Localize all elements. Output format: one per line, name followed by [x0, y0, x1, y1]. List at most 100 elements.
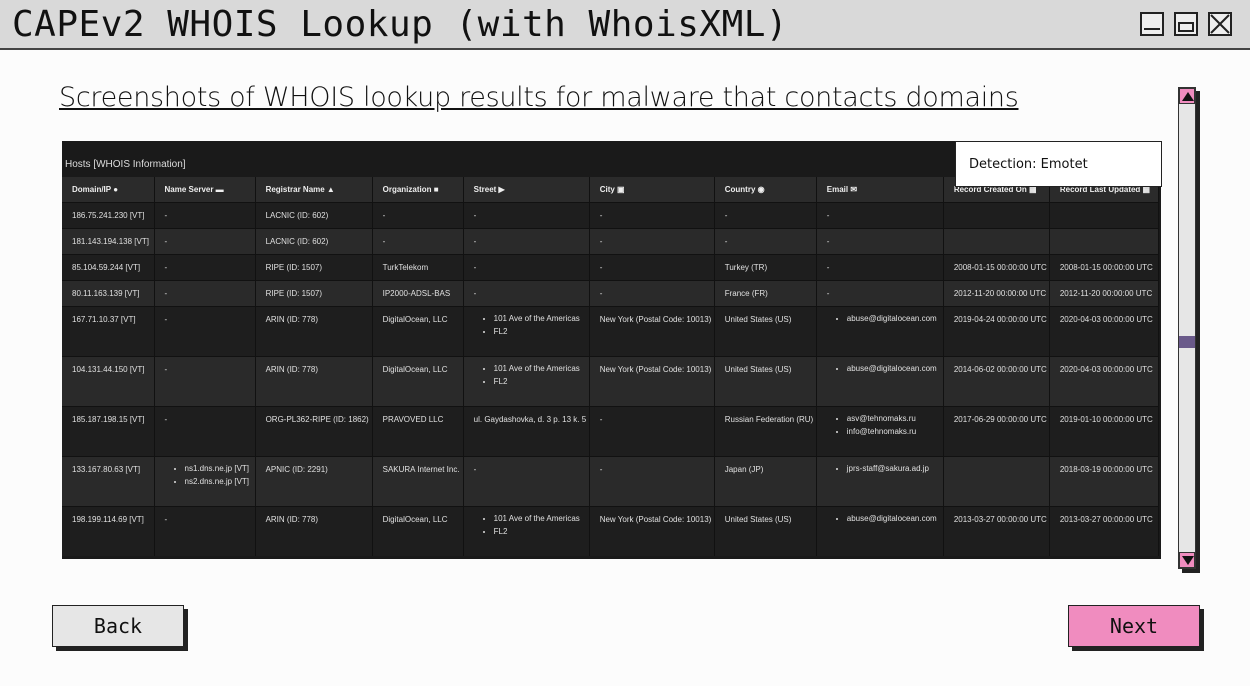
- list-item: FL2: [494, 528, 589, 536]
- cell-domain[interactable]: 85.104.59.244 [VT]: [62, 254, 155, 281]
- flag-icon: ▶: [496, 185, 505, 194]
- table-row: 80.11.163.139 [VT] - RIPE (ID: 1507) IP2000…: [62, 280, 1160, 307]
- cell-registrar: ARIN (ID: 778): [255, 356, 373, 407]
- building-icon: ■: [431, 185, 439, 194]
- title-bar: CAPEv2 WHOIS Lookup (with WhoisXML): [0, 0, 1250, 50]
- table-row: 133.167.80.63 [VT] ns1.dns.ne.jp [VT] ns2.…: [62, 456, 1160, 507]
- cell-domain[interactable]: 185.187.198.15 [VT]: [62, 406, 155, 457]
- cell-country: -: [714, 202, 817, 229]
- cell-domain[interactable]: 198.199.114.69 [VT]: [62, 506, 155, 556]
- street-list: 101 Ave of the Americas FL2: [474, 365, 589, 386]
- cell-domain[interactable]: 133.167.80.63 [VT]: [62, 456, 155, 507]
- column-header[interactable]: Street ▶: [463, 177, 590, 203]
- cell-email: abuse@digitalocean.com: [816, 506, 944, 556]
- cell-city: -: [589, 202, 715, 229]
- cell-city: -: [589, 280, 715, 307]
- cell-ns: -: [154, 202, 256, 229]
- next-button[interactable]: Next: [1068, 605, 1200, 647]
- minimize-icon[interactable]: [1140, 12, 1164, 36]
- cell-country: France (FR): [714, 280, 817, 307]
- cell-registrar: ORG-PL362-RIPE (ID: 1862): [255, 406, 373, 457]
- detection-tooltip: Detection: Emotet: [955, 141, 1162, 187]
- cell-domain[interactable]: 181.143.194.138 [VT]: [62, 228, 155, 255]
- cell-email: -: [816, 254, 944, 281]
- list-item: ns1.dns.ne.jp [VT]: [185, 465, 255, 473]
- street-list: 101 Ave of the Americas FL2: [474, 315, 589, 336]
- list-item: asv@tehnomaks.ru: [847, 415, 943, 423]
- scroll-down-button[interactable]: [1179, 552, 1195, 568]
- list-item: ns2.dns.ne.jp [VT]: [185, 478, 255, 486]
- cell-street: -: [463, 254, 590, 281]
- cell-registrar: ARIN (ID: 778): [255, 306, 373, 357]
- email-list: abuse@digitalocean.com: [827, 515, 943, 523]
- cell-domain[interactable]: 186.75.241.230 [VT]: [62, 202, 155, 229]
- cell-email: -: [816, 280, 944, 307]
- cell-ns: -: [154, 506, 256, 556]
- cell-org: -: [372, 228, 464, 255]
- list-item: abuse@digitalocean.com: [847, 365, 943, 373]
- scroll-up-button[interactable]: [1179, 88, 1195, 104]
- whois-screenshot: Hosts [WHOIS Information] Domain/IP ● Nam…: [62, 141, 1161, 559]
- cell-org: DigitalOcean, LLC: [372, 506, 464, 556]
- column-header[interactable]: Organization ■: [372, 177, 464, 203]
- cell-registrar: LACNIC (ID: 602): [255, 228, 373, 255]
- close-icon[interactable]: [1208, 12, 1232, 36]
- cell-street: 101 Ave of the Americas FL2: [463, 356, 590, 407]
- cell-street: -: [463, 280, 590, 307]
- email-list: abuse@digitalocean.com: [827, 365, 943, 373]
- cell-city: New York (Postal Code: 10013): [589, 306, 715, 357]
- scroll-thumb[interactable]: [1179, 336, 1195, 348]
- cell-country: Japan (JP): [714, 456, 817, 507]
- cell-country: Turkey (TR): [714, 254, 817, 281]
- cell-updated: 2020-04-03 00:00:00 UTC: [1049, 306, 1160, 357]
- cell-created: [943, 202, 1050, 229]
- page-heading: Screenshots of WHOIS lookup results for …: [59, 82, 1019, 113]
- column-header[interactable]: Email ✉: [816, 177, 944, 203]
- email-list: asv@tehnomaks.ru info@tehnomaks.ru: [827, 415, 943, 436]
- list-item: info@tehnomaks.ru: [847, 428, 943, 436]
- cell-registrar: ARIN (ID: 778): [255, 506, 373, 556]
- cell-country: Russian Federation (RU): [714, 406, 817, 457]
- list-item: FL2: [494, 378, 589, 386]
- cell-city: -: [589, 406, 715, 457]
- globe-icon: ◉: [755, 185, 765, 194]
- list-item: abuse@digitalocean.com: [847, 315, 943, 323]
- cell-ns: -: [154, 406, 256, 457]
- cell-ns: -: [154, 306, 256, 357]
- cell-updated: 2020-04-03 00:00:00 UTC: [1049, 356, 1160, 407]
- column-header[interactable]: Name Server ▬: [154, 177, 256, 203]
- column-header-label: Country: [724, 185, 756, 194]
- cell-created: 2014-06-02 00:00:00 UTC: [943, 356, 1050, 407]
- vertical-scrollbar[interactable]: [1178, 87, 1196, 569]
- cell-street: ul. Gaydashovka, d. 3 p. 13 k. 5: [463, 406, 590, 457]
- cell-org: DigitalOcean, LLC: [372, 356, 464, 407]
- cell-country: -: [714, 228, 817, 255]
- cell-registrar: APNIC (ID: 2291): [255, 456, 373, 507]
- column-header[interactable]: Country ◉: [714, 177, 817, 203]
- cell-ns: -: [154, 356, 256, 407]
- column-header[interactable]: City ▣: [589, 177, 715, 203]
- email-list: jprs-staff@sakura.ad.jp: [827, 465, 943, 473]
- cell-org: SAKURA Internet Inc.: [372, 456, 464, 507]
- cell-email: -: [816, 202, 944, 229]
- table-row: 181.143.194.138 [VT] - LACNIC (ID: 602) - - -…: [62, 228, 1160, 255]
- cell-domain[interactable]: 167.71.10.37 [VT]: [62, 306, 155, 357]
- cell-created: 2012-11-20 00:00:00 UTC: [943, 280, 1050, 307]
- cell-email: abuse@digitalocean.com: [816, 306, 944, 357]
- cell-street: 101 Ave of the Americas FL2: [463, 506, 590, 556]
- cell-updated: 2013-03-27 00:00:00 UTC: [1049, 506, 1160, 556]
- cell-street: -: [463, 456, 590, 507]
- column-header[interactable]: Registrar Name ▲: [255, 177, 373, 203]
- cell-street: 101 Ave of the Americas FL2: [463, 306, 590, 357]
- cell-ns: ns1.dns.ne.jp [VT] ns2.dns.ne.jp [VT]: [154, 456, 256, 507]
- cell-org: TurkTelekom: [372, 254, 464, 281]
- cell-created: [943, 456, 1050, 507]
- maximize-icon[interactable]: [1174, 12, 1198, 36]
- cell-email: -: [816, 228, 944, 255]
- arrow-down-icon: [1182, 556, 1194, 565]
- column-header[interactable]: Domain/IP ●: [62, 177, 155, 203]
- back-button[interactable]: Back: [52, 605, 184, 647]
- cell-domain[interactable]: 104.131.44.150 [VT]: [62, 356, 155, 407]
- column-header-label: Organization: [382, 185, 432, 194]
- cell-domain[interactable]: 80.11.163.139 [VT]: [62, 280, 155, 307]
